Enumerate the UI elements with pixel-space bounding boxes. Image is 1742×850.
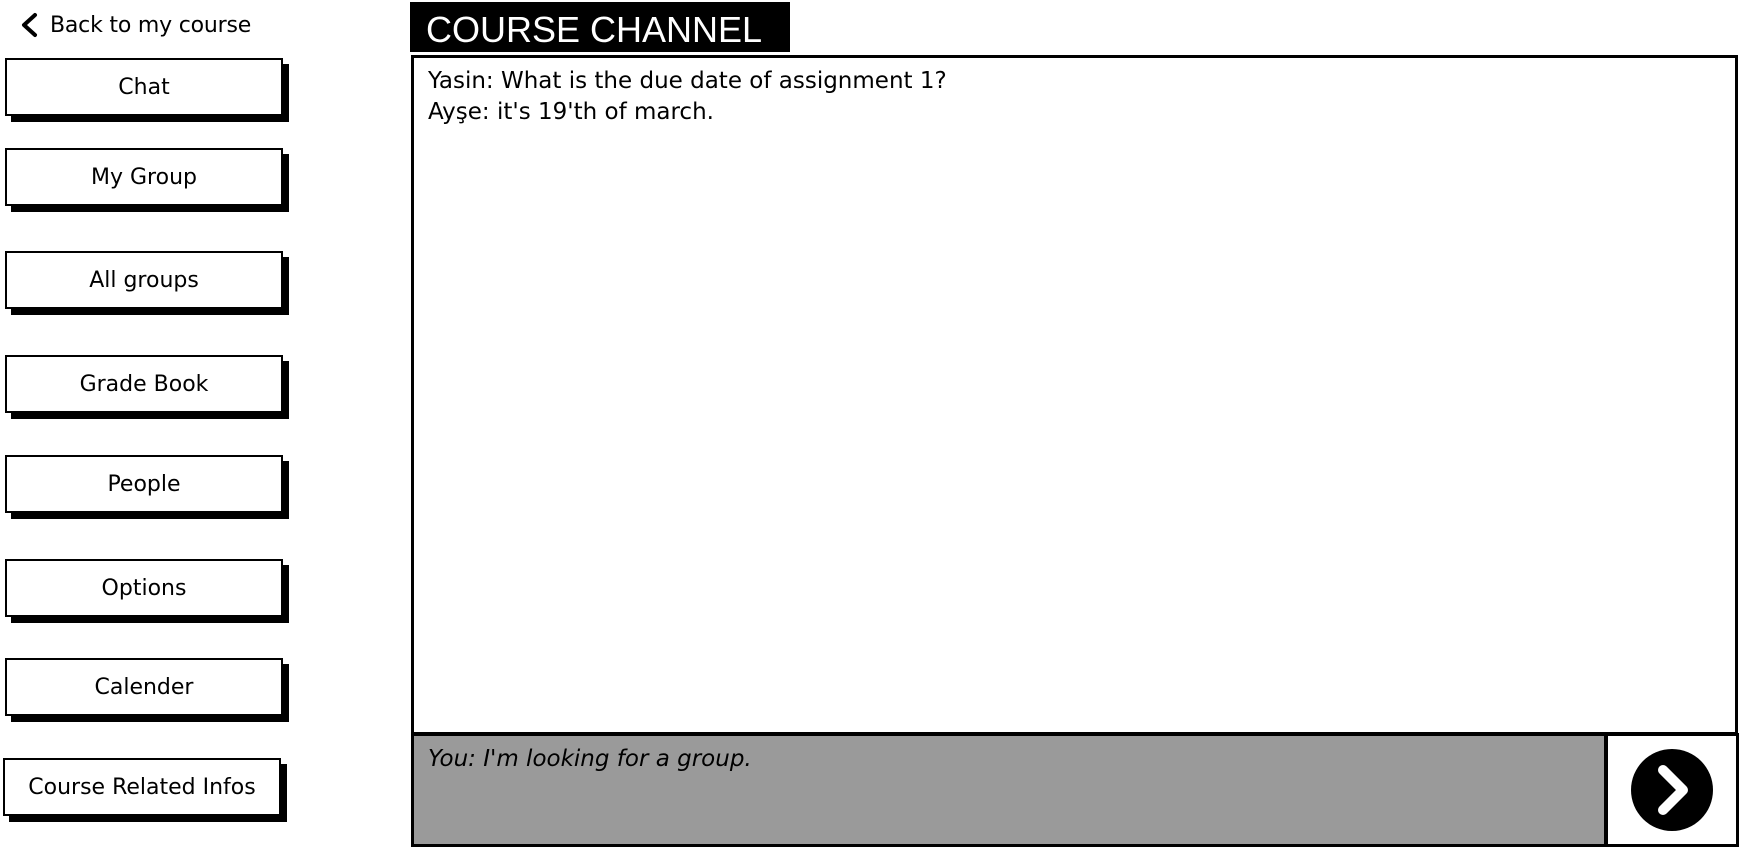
send-button[interactable] [1605,733,1739,847]
chevron-left-icon [22,13,37,37]
chat-message: Ayşe: it's 19'th of march. [428,99,714,125]
messages-panel[interactable]: Yasin: What is the due date of assignmen… [411,55,1738,735]
sidebar-item-people[interactable]: People [5,455,283,513]
sidebar-item-label: People [107,471,181,497]
sidebar-item-grade-book[interactable]: Grade Book [5,355,283,413]
sidebar-item-label: Options [101,575,187,601]
channel-title: COURSE CHANNEL [410,2,790,52]
sidebar-item-chat[interactable]: Chat [5,58,283,116]
message-input-value: You: I'm looking for a group. [428,746,752,772]
message-input[interactable]: You: I'm looking for a group. [411,733,1607,847]
sidebar-item-course-related-infos[interactable]: Course Related Infos [3,758,281,816]
channel-title-text: COURSE CHANNEL [426,9,763,50]
sidebar-item-label: Calender [94,674,194,700]
sidebar-item-label: Grade Book [79,371,209,397]
back-to-course-link[interactable]: Back to my course [16,10,251,40]
sidebar-item-options[interactable]: Options [5,559,283,617]
back-link-label: Back to my course [50,12,252,38]
arrow-right-circle-icon [1631,749,1713,831]
sidebar-item-label: My Group [91,164,197,190]
sidebar-item-calender[interactable]: Calender [5,658,283,716]
sidebar-item-my-group[interactable]: My Group [5,148,283,206]
sidebar-item-label: Course Related Infos [28,774,256,800]
sidebar-item-label: Chat [118,74,170,100]
sidebar-item-all-groups[interactable]: All groups [5,251,283,309]
sidebar-item-label: All groups [89,267,199,293]
chat-message: Yasin: What is the due date of assignmen… [428,68,947,94]
